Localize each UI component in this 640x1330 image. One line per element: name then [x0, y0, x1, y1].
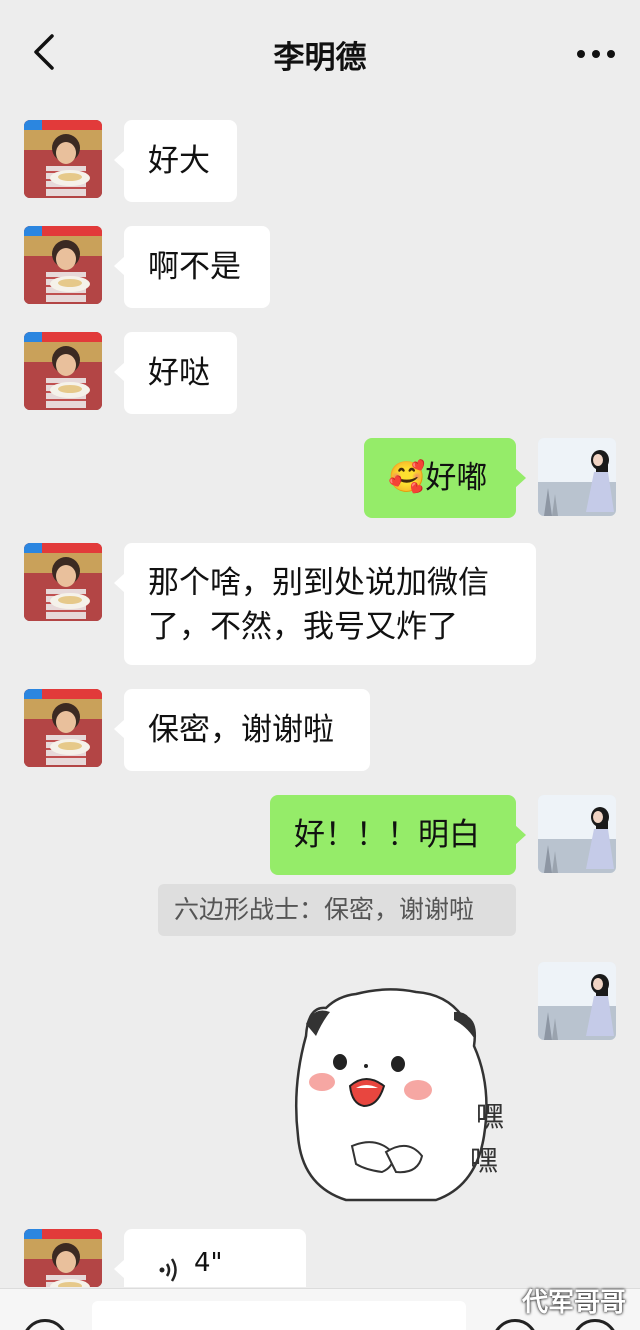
watermark: 代军哥哥 [521, 1288, 626, 1318]
message-text-line: 那个啥，别到处说加微信 [148, 565, 489, 601]
message-input[interactable] [92, 1301, 466, 1330]
contact-avatar[interactable] [24, 543, 102, 621]
message-bubble[interactable]: 啊不是 [114, 226, 270, 308]
self-avatar[interactable] [538, 795, 616, 873]
more-options-icon[interactable] [574, 36, 618, 72]
message-bubble-sent[interactable]: 好！！！明白 [270, 795, 526, 875]
message-text-line: 了，不然，我号又炸了 [148, 609, 458, 645]
quoted-message[interactable]: 六边形战士：保密，谢谢啦 [158, 884, 516, 936]
contact-avatar[interactable] [24, 226, 102, 304]
message-bubble[interactable]: 好大 [114, 120, 237, 202]
message-text: 好哒 [148, 355, 210, 391]
contact-avatar[interactable] [24, 1229, 102, 1287]
add-more-icon[interactable] [572, 1319, 618, 1330]
sticker-message[interactable]: 嘿 嘿 [286, 986, 518, 1208]
message-bubble-sent[interactable]: 🥰 好嘟 [364, 438, 526, 518]
message-text: 好！！！明白 [294, 817, 480, 853]
contact-avatar[interactable] [24, 689, 102, 767]
message-text: 保密，谢谢啦 [148, 712, 334, 748]
emoji-icon: 🥰 [388, 460, 426, 495]
message-text: 啊不是 [148, 249, 241, 285]
emoji-picker-icon[interactable] [492, 1319, 538, 1330]
contact-avatar[interactable] [24, 120, 102, 198]
voice-input-icon[interactable] [22, 1319, 68, 1330]
message-bubble[interactable]: 保密，谢谢啦 [114, 689, 370, 771]
message-text: 好嘟 [425, 460, 488, 496]
voice-wave-icon [158, 1255, 182, 1285]
sticker-text: 嘿 [476, 1100, 504, 1133]
quote-text: 六边形战士：保密，谢谢啦 [174, 895, 475, 924]
message-text: 好大 [148, 143, 210, 179]
self-avatar[interactable] [538, 962, 616, 1040]
message-bubble[interactable]: 那个啥，别到处说加微信 了，不然，我号又炸了 [114, 543, 536, 665]
message-bubble[interactable]: 好哒 [114, 332, 237, 414]
chat-header: 李明德 [0, 0, 640, 100]
self-avatar[interactable] [538, 438, 616, 516]
voice-message-bubble[interactable]: 4" [114, 1229, 306, 1287]
sticker-text: 嘿 [470, 1144, 498, 1177]
contact-avatar[interactable] [24, 332, 102, 410]
voice-duration: 4" [194, 1248, 223, 1278]
chat-title: 李明德 [273, 40, 367, 76]
